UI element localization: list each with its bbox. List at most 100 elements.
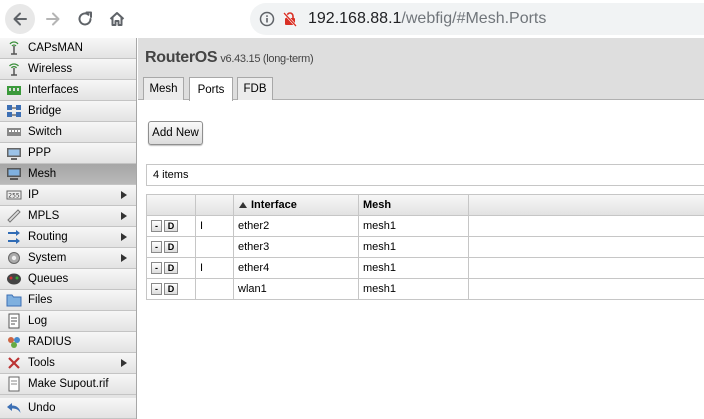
table-row[interactable]: - D Iether4 mesh1 bbox=[147, 258, 704, 279]
sidebar-item-label: Files bbox=[28, 294, 53, 306]
info-icon[interactable] bbox=[259, 11, 275, 27]
sidebar-item-bridge[interactable]: Bridge bbox=[0, 101, 136, 122]
row-flag bbox=[196, 279, 234, 299]
forward-arrow-icon bbox=[46, 12, 60, 26]
sidebar-item-log[interactable]: Log bbox=[0, 311, 136, 332]
row-flag: I bbox=[196, 258, 234, 278]
row-mesh: mesh1 bbox=[359, 237, 469, 257]
mpls-icon bbox=[6, 208, 22, 224]
home-button[interactable] bbox=[102, 4, 132, 34]
tab-ports[interactable]: Ports bbox=[189, 77, 233, 101]
switch-icon bbox=[6, 124, 22, 140]
sidebar-item-wireless[interactable]: Wireless bbox=[0, 59, 136, 80]
sidebar-item-capsman[interactable]: CAPsMAN bbox=[0, 38, 136, 59]
files-icon bbox=[6, 292, 22, 308]
table-row[interactable]: - Dether3 mesh1 bbox=[147, 237, 704, 258]
header-band: RouterOS v6.43.15 (long-term) Mesh Ports… bbox=[138, 38, 704, 101]
sidebar-item-label: Tools bbox=[28, 357, 55, 369]
sidebar-item-system[interactable]: System bbox=[0, 248, 136, 269]
capsman-icon bbox=[6, 40, 22, 56]
add-new-button[interactable]: Add New bbox=[148, 121, 203, 145]
sidebar-item-label: Wireless bbox=[28, 63, 73, 75]
reload-button[interactable] bbox=[70, 4, 100, 34]
submenu-arrow-icon bbox=[121, 233, 127, 241]
tab-mesh[interactable]: Mesh bbox=[143, 77, 184, 100]
interfaces-icon bbox=[6, 82, 22, 98]
submenu-arrow-icon bbox=[121, 191, 127, 199]
table-row[interactable]: - Dwlan1 mesh1 bbox=[147, 279, 704, 300]
sidebar-item-label: Switch bbox=[28, 126, 62, 138]
row-actions: -D bbox=[147, 216, 196, 236]
row-interface: wlan1 bbox=[234, 279, 359, 299]
sidebar-item-label: Log bbox=[28, 315, 48, 327]
tab-fdb[interactable]: FDB bbox=[237, 77, 273, 100]
sidebar-item-interfaces[interactable]: Interfaces bbox=[0, 80, 136, 101]
sidebar-item-label: Queues bbox=[28, 273, 69, 285]
disable-button[interactable]: D bbox=[164, 262, 178, 274]
remove-button[interactable]: - bbox=[151, 262, 162, 274]
sidebar-item-label: Undo bbox=[28, 402, 56, 414]
row-filler bbox=[469, 216, 704, 236]
disable-button[interactable]: D bbox=[164, 220, 178, 232]
sidebar-item-tools[interactable]: Tools bbox=[0, 353, 136, 374]
sidebar-item-label: System bbox=[28, 252, 67, 264]
row-interface: ether2 bbox=[234, 216, 359, 236]
row-filler bbox=[469, 237, 704, 257]
undo-icon bbox=[6, 400, 22, 416]
wireless-icon bbox=[6, 61, 22, 77]
not-secure-lock-icon[interactable] bbox=[282, 11, 298, 27]
sidebar-item-mpls[interactable]: MPLS bbox=[0, 206, 136, 227]
sidebar-item-label: Make Supout.rif bbox=[28, 378, 109, 390]
svg-text:255: 255 bbox=[8, 193, 20, 200]
system-icon bbox=[6, 250, 22, 266]
sidebar-item-radius[interactable]: RADIUS bbox=[0, 332, 136, 353]
remove-button[interactable]: - bbox=[151, 220, 162, 232]
table-row[interactable]: - D Iether2 mesh1 bbox=[147, 216, 704, 237]
sidebar-item-make-supout-rif[interactable]: Make Supout.rif bbox=[0, 374, 136, 395]
back-button[interactable] bbox=[5, 4, 35, 34]
mesh-icon bbox=[6, 166, 22, 182]
row-interface: ether3 bbox=[234, 237, 359, 257]
row-filler bbox=[469, 279, 704, 299]
radius-icon bbox=[6, 334, 22, 350]
sidebar-item-label: Interfaces bbox=[28, 84, 79, 96]
forward-button[interactable] bbox=[38, 4, 68, 34]
product-version: v6.43.15 (long-term) bbox=[220, 53, 314, 65]
sidebar-menu: CAPsMAN Wireless Interfaces Bridge Switch PPP… bbox=[0, 38, 137, 419]
main-content: RouterOS v6.43.15 (long-term) Mesh Ports… bbox=[138, 38, 704, 419]
header-mesh[interactable]: Mesh bbox=[359, 195, 469, 215]
sidebar-item-label: RADIUS bbox=[28, 336, 72, 348]
header-interface[interactable]: Interface bbox=[234, 195, 359, 215]
remove-button[interactable]: - bbox=[151, 241, 162, 253]
sidebar-item-routing[interactable]: Routing bbox=[0, 227, 136, 248]
address-bar[interactable]: 192.168.88.1/webfig/#Mesh.Ports bbox=[250, 3, 704, 35]
ports-table: Interface Mesh - D Iether2 mesh1- Dether3 mes… bbox=[146, 194, 704, 300]
sidebar-item-undo[interactable]: Undo bbox=[0, 398, 136, 419]
sidebar-item-ppp[interactable]: PPP bbox=[0, 143, 136, 164]
sidebar-item-switch[interactable]: Switch bbox=[0, 122, 136, 143]
row-mesh: mesh1 bbox=[359, 279, 469, 299]
sidebar-item-queues[interactable]: Queues bbox=[0, 269, 136, 290]
sidebar-item-label: CAPsMAN bbox=[28, 42, 83, 54]
sidebar-item-mesh[interactable]: Mesh bbox=[0, 164, 136, 185]
header-flags bbox=[196, 195, 234, 215]
url-path: /webfig/#Mesh.Ports bbox=[401, 10, 547, 27]
queues-icon bbox=[6, 271, 22, 287]
home-icon bbox=[109, 12, 125, 26]
sidebar-item-label: Bridge bbox=[28, 105, 62, 117]
header-filler bbox=[469, 195, 704, 215]
product-title: RouterOS v6.43.15 (long-term) bbox=[145, 49, 314, 67]
url-host: 192.168.88.1 bbox=[308, 10, 402, 27]
sidebar-item-label: MPLS bbox=[28, 210, 60, 222]
row-interface: ether4 bbox=[234, 258, 359, 278]
sidebar-item-ip[interactable]: 255 IP bbox=[0, 185, 136, 206]
row-actions: -D bbox=[147, 279, 196, 299]
log-icon bbox=[6, 313, 22, 329]
sidebar-item-files[interactable]: Files bbox=[0, 290, 136, 311]
row-filler bbox=[469, 258, 704, 278]
disable-button[interactable]: D bbox=[164, 283, 178, 295]
disable-button[interactable]: D bbox=[164, 241, 178, 253]
submenu-arrow-icon bbox=[121, 212, 127, 220]
row-actions: -D bbox=[147, 258, 196, 278]
remove-button[interactable]: - bbox=[151, 283, 162, 295]
